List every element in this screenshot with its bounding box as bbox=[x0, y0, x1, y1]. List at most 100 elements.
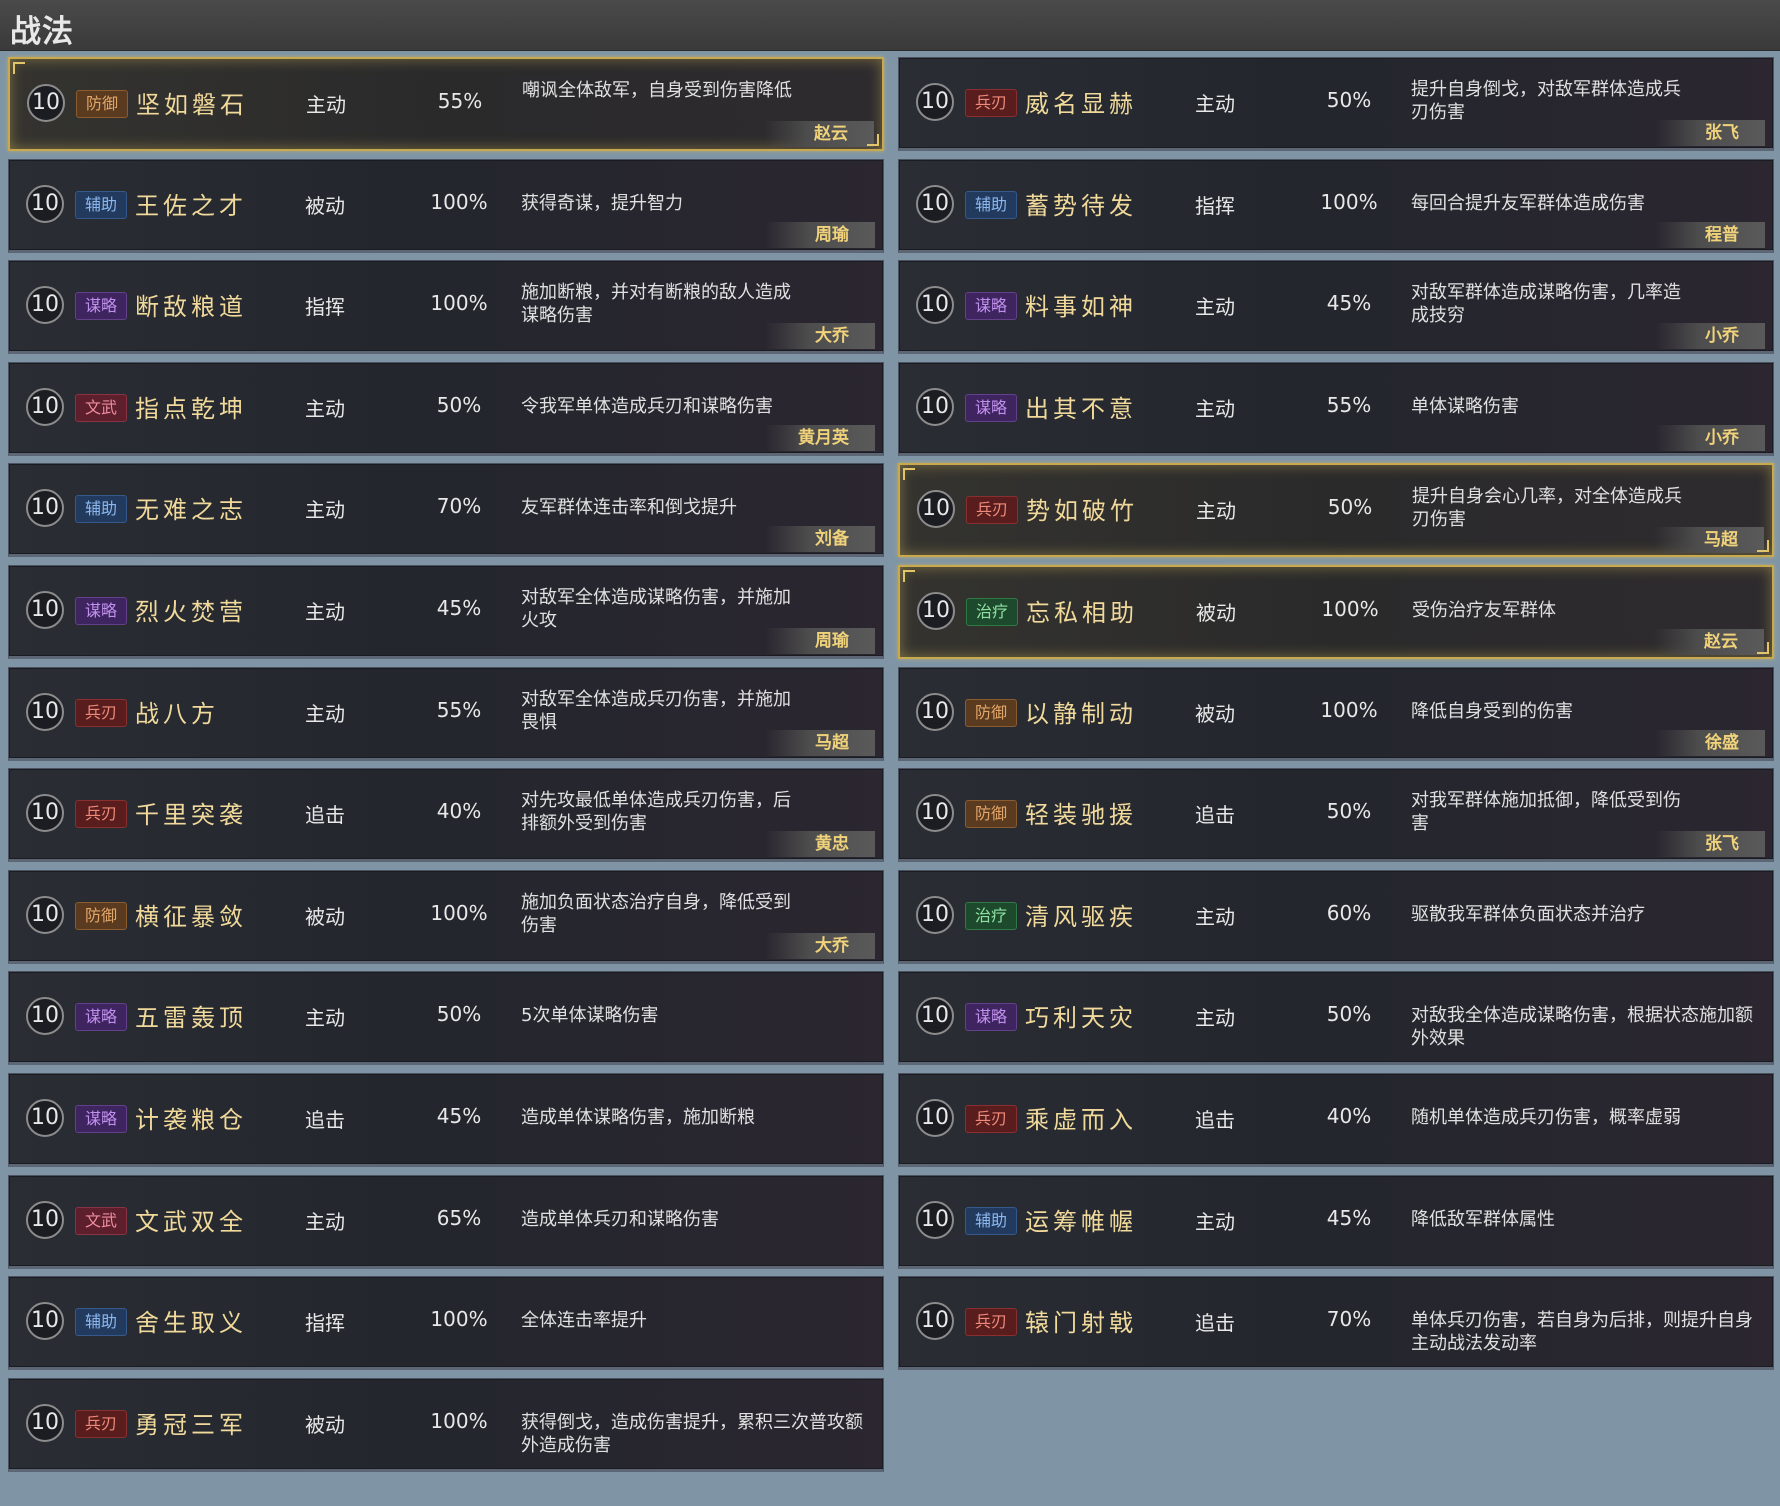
skill-card[interactable]: 10 谋略 断敌粮道 指挥 100% 施加断粮，并对有断粮的敌人造成谋略伤害 大… bbox=[8, 260, 884, 355]
skill-type: 主动 bbox=[1195, 904, 1235, 929]
skill-description: 友军群体连击率和倒戈提升 bbox=[521, 497, 737, 519]
skill-card[interactable]: 10 兵刃 勇冠三军 被动 100% 获得倒戈，造成伤害提升，累积三次普攻额外造… bbox=[8, 1377, 884, 1472]
skill-card[interactable]: 10 治疗 清风驱疾 主动 60% 驱散我军群体负面状态并治疗 bbox=[898, 869, 1774, 964]
skill-card[interactable]: 10 文武 文武双全 主动 65% 造成单体兵刃和谋略伤害 bbox=[8, 1174, 884, 1269]
skill-card[interactable]: 10 兵刃 战八方 主动 55% 对敌军全体造成兵刃伤害，并施加畏惧 马超 bbox=[8, 666, 884, 761]
skill-name: 巧利天灾 bbox=[1025, 1004, 1137, 1033]
trigger-rate: 45% bbox=[436, 1103, 482, 1128]
skill-card[interactable]: 10 防御 横征暴敛 被动 100% 施加负面状态治疗自身，降低受到伤害 大乔 bbox=[8, 869, 884, 964]
skill-type: 主动 bbox=[305, 1209, 345, 1234]
skill-description: 每回合提升友军群体造成伤害 bbox=[1411, 192, 1645, 214]
skill-name: 王佐之才 bbox=[135, 191, 247, 220]
skill-description: 对我军群体施加抵御，降低受到伤害 bbox=[1411, 790, 1681, 835]
skill-description: 施加断粮，并对有断粮的敌人造成谋略伤害 bbox=[521, 282, 791, 327]
hero-name: 马超 bbox=[765, 729, 875, 756]
trigger-rate: 50% bbox=[1326, 799, 1372, 824]
skill-description: 全体连击率提升 bbox=[521, 1310, 647, 1332]
skill-card[interactable]: 10 辅助 无难之志 主动 70% 友军群体连击率和倒戈提升 刘备 bbox=[8, 463, 884, 558]
skill-name: 勇冠三军 bbox=[135, 1410, 247, 1439]
skill-card[interactable]: 10 兵刃 乘虚而入 追击 40% 随机单体造成兵刃伤害，概率虚弱 bbox=[898, 1072, 1774, 1167]
hero-name: 徐盛 bbox=[1655, 729, 1765, 756]
trigger-rate: 55% bbox=[437, 89, 483, 113]
skill-card[interactable]: 10 文武 指点乾坤 主动 50% 令我军单体造成兵刃和谋略伤害 黄月英 bbox=[8, 361, 884, 456]
skill-description: 造成单体兵刃和谋略伤害 bbox=[521, 1208, 719, 1230]
hero-name: 马超 bbox=[1654, 527, 1764, 554]
trigger-rate: 45% bbox=[1326, 1205, 1372, 1230]
skill-card[interactable]: 10 辅助 舍生取义 指挥 100% 全体连击率提升 bbox=[8, 1276, 884, 1371]
trigger-rate: 40% bbox=[436, 799, 482, 824]
level-badge: 10 bbox=[26, 997, 64, 1036]
skill-description: 受伤治疗友军群体 bbox=[1412, 599, 1556, 621]
skill-description: 5次单体谋略伤害 bbox=[521, 1005, 659, 1027]
trigger-rate: 45% bbox=[436, 595, 482, 620]
skill-card[interactable]: 10 兵刃 威名显赫 主动 50% 提升自身倒戈，对敌军群体造成兵刃伤害 张飞 bbox=[898, 57, 1774, 151]
hero-name: 程普 bbox=[1655, 221, 1765, 248]
skill-description: 降低敌军群体属性 bbox=[1411, 1208, 1555, 1230]
skill-type: 指挥 bbox=[305, 295, 345, 320]
category-tag: 谋略 bbox=[75, 292, 127, 321]
category-tag: 兵刃 bbox=[965, 89, 1017, 117]
category-tag: 兵刃 bbox=[75, 800, 127, 829]
skill-name: 五雷轰顶 bbox=[135, 1004, 247, 1033]
skill-type: 主动 bbox=[1195, 1006, 1235, 1031]
skill-type: 主动 bbox=[1195, 1209, 1235, 1234]
hero-name: 大乔 bbox=[765, 932, 875, 959]
level-badge: 10 bbox=[27, 84, 65, 122]
category-tag: 治疗 bbox=[965, 901, 1017, 930]
category-tag: 文武 bbox=[75, 1206, 127, 1235]
trigger-rate: 60% bbox=[1326, 900, 1372, 925]
skill-card[interactable]: 10 谋略 烈火焚营 主动 45% 对敌军全体造成谋略伤害，并施加火攻 周瑜 bbox=[8, 564, 884, 659]
skill-card[interactable]: 10 谋略 五雷轰顶 主动 50% 5次单体谋略伤害 bbox=[8, 971, 884, 1066]
skill-description: 施加负面状态治疗自身，降低受到伤害 bbox=[521, 891, 791, 936]
skill-card[interactable]: 10 谋略 巧利天灾 主动 50% 对敌我全体造成谋略伤害，根据状态施加额外效果 bbox=[898, 971, 1774, 1066]
skill-card[interactable]: 10 谋略 计袭粮仓 追击 45% 造成单体谋略伤害，施加断粮 bbox=[8, 1072, 884, 1167]
skill-card[interactable]: 10 谋略 料事如神 主动 45% 对敌军群体造成谋略伤害，几率造成技穷 小乔 bbox=[898, 260, 1774, 355]
skill-description: 降低自身受到的伤害 bbox=[1411, 700, 1573, 722]
skill-type: 追击 bbox=[1195, 803, 1235, 828]
skill-card[interactable]: 10 辅助 蓄势待发 指挥 100% 每回合提升友军群体造成伤害 程普 bbox=[898, 158, 1774, 253]
skill-description: 获得倒戈，造成伤害提升，累积三次普攻额外造成伤害 bbox=[521, 1411, 863, 1456]
level-badge: 10 bbox=[917, 490, 955, 529]
skill-name: 乘虚而入 bbox=[1025, 1105, 1137, 1134]
trigger-rate: 40% bbox=[1326, 1103, 1372, 1128]
skill-card[interactable]: 10 辅助 运筹帷幄 主动 45% 降低敌军群体属性 bbox=[898, 1174, 1774, 1269]
category-tag: 辅助 bbox=[75, 1308, 127, 1337]
skill-name: 烈火焚营 bbox=[135, 597, 247, 626]
hero-name: 赵云 bbox=[764, 121, 874, 147]
level-badge: 10 bbox=[26, 692, 64, 731]
skill-card[interactable]: 10 防御 以静制动 被动 100% 降低自身受到的伤害 徐盛 bbox=[898, 666, 1774, 761]
skill-card[interactable]: 10 兵刃 辕门射戟 追击 70% 单体兵刃伤害，若自身为后排，则提升自身主动战… bbox=[898, 1276, 1774, 1371]
skill-card[interactable]: 10 兵刃 势如破竹 主动 50% 提升自身会心几率，对全体造成兵刃伤害 马超 bbox=[898, 463, 1774, 558]
skill-type: 追击 bbox=[1195, 1311, 1235, 1336]
skill-type: 被动 bbox=[305, 904, 345, 929]
skill-card[interactable]: 10 治疗 忘私相助 被动 100% 受伤治疗友军群体 赵云 bbox=[898, 564, 1774, 659]
skill-name: 文武双全 bbox=[135, 1207, 247, 1236]
trigger-rate: 50% bbox=[1326, 1002, 1372, 1027]
category-tag: 文武 bbox=[75, 393, 127, 422]
skill-description: 单体兵刃伤害，若自身为后排，则提升自身主动战法发动率 bbox=[1411, 1310, 1753, 1355]
skill-list-right: 10 兵刃 威名显赫 主动 50% 提升自身倒戈，对敌军群体造成兵刃伤害 张飞 … bbox=[898, 57, 1774, 1378]
category-tag: 辅助 bbox=[75, 495, 127, 524]
skill-description: 对敌军全体造成兵刃伤害，并施加畏惧 bbox=[521, 688, 791, 733]
skill-card[interactable]: 10 谋略 出其不意 主动 55% 单体谋略伤害 小乔 bbox=[898, 361, 1774, 456]
skill-description: 对敌军全体造成谋略伤害，并施加火攻 bbox=[521, 586, 791, 631]
skill-type: 被动 bbox=[305, 1412, 345, 1437]
skill-card[interactable]: 10 防御 坚如磐石 主动 55% 嘲讽全体敌军，自身受到伤害降低 赵云 bbox=[8, 57, 884, 151]
skill-description: 获得奇谋，提升智力 bbox=[521, 192, 683, 214]
skill-name: 蓄势待发 bbox=[1025, 191, 1137, 220]
level-badge: 10 bbox=[916, 83, 954, 121]
level-badge: 10 bbox=[916, 184, 954, 223]
trigger-rate: 45% bbox=[1326, 291, 1372, 316]
skill-name: 横征暴敛 bbox=[135, 902, 247, 931]
skill-card[interactable]: 10 兵刃 千里突袭 追击 40% 对先攻最低单体造成兵刃伤害，后排额外受到伤害… bbox=[8, 768, 884, 863]
skill-type: 主动 bbox=[306, 93, 346, 117]
level-badge: 10 bbox=[26, 184, 64, 223]
skill-name: 势如破竹 bbox=[1026, 497, 1138, 526]
skill-description: 嘲讽全体敌军，自身受到伤害降低 bbox=[522, 80, 792, 101]
trigger-rate: 55% bbox=[436, 697, 482, 722]
level-badge: 10 bbox=[916, 997, 954, 1036]
skill-card[interactable]: 10 辅助 王佐之才 被动 100% 获得奇谋，提升智力 周瑜 bbox=[8, 158, 884, 253]
skill-description: 提升自身会心几率，对全体造成兵刃伤害 bbox=[1412, 486, 1682, 531]
skill-card[interactable]: 10 防御 轻装驰援 追击 50% 对我军群体施加抵御，降低受到伤害 张飞 bbox=[898, 768, 1774, 863]
trigger-rate: 50% bbox=[1326, 88, 1372, 112]
